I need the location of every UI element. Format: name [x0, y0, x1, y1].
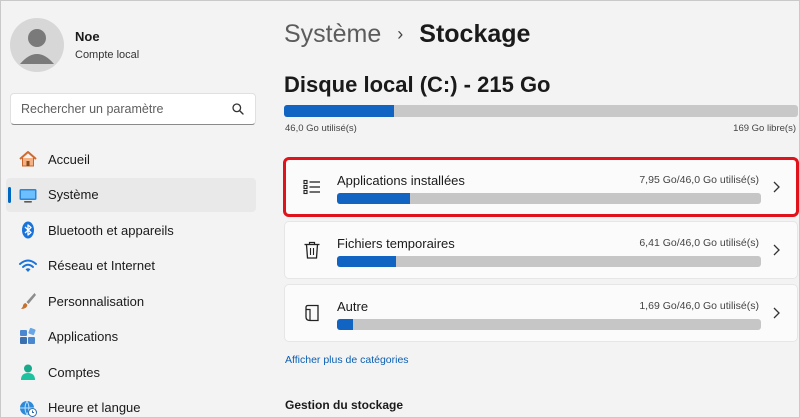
person-icon	[20, 29, 54, 64]
disk-usage-fill	[284, 105, 394, 117]
avatar[interactable]	[10, 18, 64, 72]
document-icon	[305, 304, 319, 322]
search-input[interactable]: Rechercher un paramètre	[10, 93, 256, 125]
sidebar-item-label: Accueil	[48, 151, 90, 167]
category-card-temporary-files[interactable]: Fichiers temporaires 6,41 Go/46,0 Go uti…	[284, 221, 798, 279]
sidebar-item-reseau[interactable]: Réseau et Internet	[6, 249, 256, 283]
chevron-right-icon	[773, 307, 780, 319]
sidebar-item-applications[interactable]: Applications	[6, 320, 256, 354]
disk-free-label: 169 Go libre(s)	[733, 123, 796, 134]
category-usage-bar	[337, 319, 761, 330]
show-more-categories-link[interactable]: Afficher plus de catégories	[285, 354, 409, 366]
wifi-icon	[18, 256, 38, 276]
home-icon	[18, 149, 38, 169]
profile-name: Noe	[75, 29, 100, 44]
category-title: Fichiers temporaires	[337, 236, 455, 251]
chevron-right-icon	[773, 244, 780, 256]
sidebar-item-label: Personnalisation	[48, 293, 145, 309]
profile-account-type: Compte local	[75, 49, 140, 61]
sidebar-item-heure-langue[interactable]: Heure et langue	[6, 391, 256, 418]
category-usage-fill	[337, 319, 353, 330]
sidebar-item-systeme[interactable]: Système	[6, 177, 256, 212]
disk-usage-bar	[284, 105, 798, 117]
category-usage-fill	[337, 256, 396, 267]
category-usage-bar	[337, 193, 761, 204]
apps-icon	[18, 327, 38, 347]
breadcrumb-separator-icon: ›	[397, 24, 404, 44]
disk-title: Disque local (C:) - 215 Go	[284, 72, 551, 97]
category-usage: 6,41 Go/46,0 Go utilisé(s)	[639, 237, 759, 249]
page-title: Stockage	[419, 20, 531, 48]
category-card-applications[interactable]: Applications installées 7,95 Go/46,0 Go …	[283, 157, 799, 217]
chevron-right-icon	[773, 181, 780, 193]
user-profile[interactable]: Noe Compte local	[10, 18, 139, 72]
sidebar-item-accueil[interactable]: Accueil	[6, 142, 256, 176]
sidebar-item-label: Comptes	[48, 364, 101, 380]
system-icon	[18, 185, 38, 205]
category-card-other[interactable]: Autre 1,69 Go/46,0 Go utilisé(s)	[284, 284, 798, 342]
sidebar-item-label: Système	[48, 187, 99, 202]
category-title: Applications installées	[337, 173, 465, 188]
sidebar-item-label: Réseau et Internet	[48, 258, 155, 273]
bluetooth-icon	[18, 220, 38, 240]
sidebar-item-label: Applications	[48, 329, 119, 344]
account-icon	[18, 362, 38, 382]
sidebar-item-comptes[interactable]: Comptes	[6, 355, 256, 389]
category-usage-bar	[337, 256, 761, 267]
trash-icon	[304, 241, 320, 259]
search-placeholder: Rechercher un paramètre	[21, 102, 164, 116]
list-icon	[303, 179, 320, 195]
search-icon[interactable]	[231, 102, 245, 116]
category-usage: 7,95 Go/46,0 Go utilisé(s)	[639, 174, 759, 186]
category-usage-fill	[337, 193, 411, 204]
sidebar-item-bluetooth[interactable]: Bluetooth et appareils	[6, 213, 256, 247]
disk-used-label: 46,0 Go utilisé(s)	[285, 123, 357, 134]
category-title: Autre	[337, 299, 369, 314]
sidebar-nav: Accueil Système Bluetooth et appareils R…	[6, 142, 256, 418]
storage-management-title: Gestion du stockage	[285, 398, 404, 412]
sidebar-item-label: Bluetooth et appareils	[48, 222, 174, 238]
globe-clock-icon	[18, 398, 38, 418]
brush-icon	[18, 291, 38, 311]
category-usage: 1,69 Go/46,0 Go utilisé(s)	[639, 300, 759, 312]
breadcrumb-parent[interactable]: Système	[284, 20, 381, 49]
sidebar-item-personnalisation[interactable]: Personnalisation	[6, 284, 256, 318]
sidebar: Noe Compte local Rechercher un paramètre…	[0, 0, 262, 418]
sidebar-item-label: Heure et langue	[48, 400, 141, 415]
breadcrumb: Système › Stockage	[284, 20, 530, 49]
